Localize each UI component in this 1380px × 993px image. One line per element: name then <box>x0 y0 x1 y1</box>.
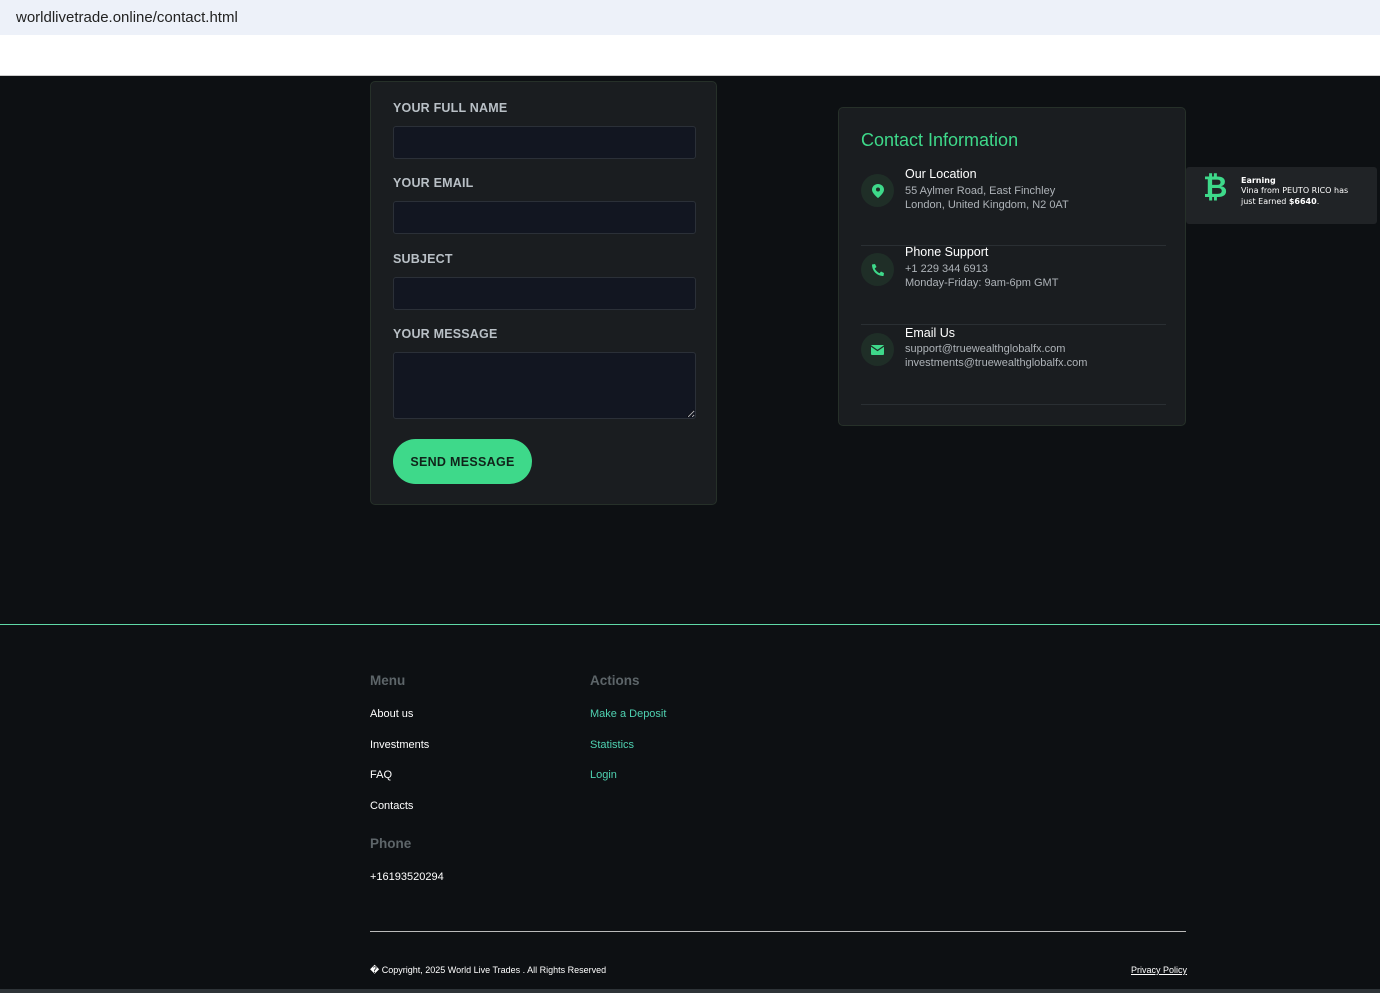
email-line1[interactable]: support@truewealthglobalfx.com <box>905 343 1065 355</box>
location-title: Our Location <box>905 167 977 181</box>
envelope-icon <box>861 333 894 366</box>
map-pin-icon <box>861 174 894 207</box>
browser-address-bar[interactable]: worldlivetrade.online/contact.html <box>0 0 1380 35</box>
subject-label: SUBJECT <box>393 252 453 266</box>
footer-link-faq[interactable]: FAQ <box>370 769 392 781</box>
earning-notification: ₿ Earning Vina from PEUTO RICO has just … <box>1186 167 1377 224</box>
email-title: Email Us <box>905 326 956 340</box>
footer-bottom-divider <box>370 931 1186 932</box>
footer-phone-title: Phone <box>370 836 412 851</box>
bitcoin-icon: ₿ <box>1203 171 1228 204</box>
footer-link-investments[interactable]: Investments <box>370 739 429 751</box>
location-item: Our Location 55 Aylmer Road, East Finchl… <box>861 167 1166 246</box>
name-input[interactable] <box>393 126 696 159</box>
contact-form: YOUR FULL NAME YOUR EMAIL SUBJECT YOUR M… <box>370 81 717 505</box>
name-label: YOUR FULL NAME <box>393 101 508 115</box>
toast-line1: Vina from PEUTO RICO has <box>1241 186 1349 195</box>
phone-line2: Monday-Friday: 9am-6pm GMT <box>905 277 1059 289</box>
toast-line2: just Earned <box>1241 197 1289 206</box>
window-bottom-edge <box>0 989 1380 993</box>
privacy-policy-link[interactable]: Privacy Policy <box>1131 965 1187 975</box>
page-header-strip <box>0 35 1380 76</box>
phone-item: Phone Support +1 229 344 6913 Monday-Fri… <box>861 245 1166 325</box>
phone-title: Phone Support <box>905 245 989 259</box>
toast-suffix: . <box>1316 197 1320 206</box>
url-text[interactable]: worldlivetrade.online/contact.html <box>16 9 238 26</box>
contact-info-title: Contact Information <box>861 130 1019 150</box>
phone-line1[interactable]: +1 229 344 6913 <box>905 263 988 275</box>
footer-link-deposit[interactable]: Make a Deposit <box>590 708 666 720</box>
message-label: YOUR MESSAGE <box>393 327 498 341</box>
copyright: � Copyright, 2025 World Live Trades . Al… <box>370 965 607 975</box>
email-line2[interactable]: investments@truewealthglobalfx.com <box>905 357 1087 369</box>
phone-icon <box>861 253 894 286</box>
send-message-button[interactable]: SEND MESSAGE <box>393 439 532 484</box>
footer-link-contacts[interactable]: Contacts <box>370 800 413 812</box>
email-item: Email Us support@truewealthglobalfx.com … <box>861 326 1166 405</box>
footer-link-about[interactable]: About us <box>370 708 413 720</box>
location-line2: London, United Kingdom, N2 0AT <box>905 199 1069 211</box>
footer-link-statistics[interactable]: Statistics <box>590 739 634 751</box>
contact-information-card: Contact Information Our Location 55 Aylm… <box>838 107 1186 426</box>
toast-title: Earning <box>1241 176 1276 185</box>
footer-phone[interactable]: +16193520294 <box>370 871 444 883</box>
subject-input[interactable] <box>393 277 696 310</box>
email-label: YOUR EMAIL <box>393 176 474 190</box>
message-textarea[interactable] <box>393 352 696 419</box>
footer-menu-title: Menu <box>370 673 406 688</box>
toast-amount: $6640 <box>1288 197 1317 206</box>
location-line1: 55 Aylmer Road, East Finchley <box>905 185 1056 197</box>
footer-divider <box>0 624 1380 625</box>
email-input[interactable] <box>393 201 696 234</box>
footer-actions-title: Actions <box>590 673 640 688</box>
footer-link-login[interactable]: Login <box>590 769 617 781</box>
